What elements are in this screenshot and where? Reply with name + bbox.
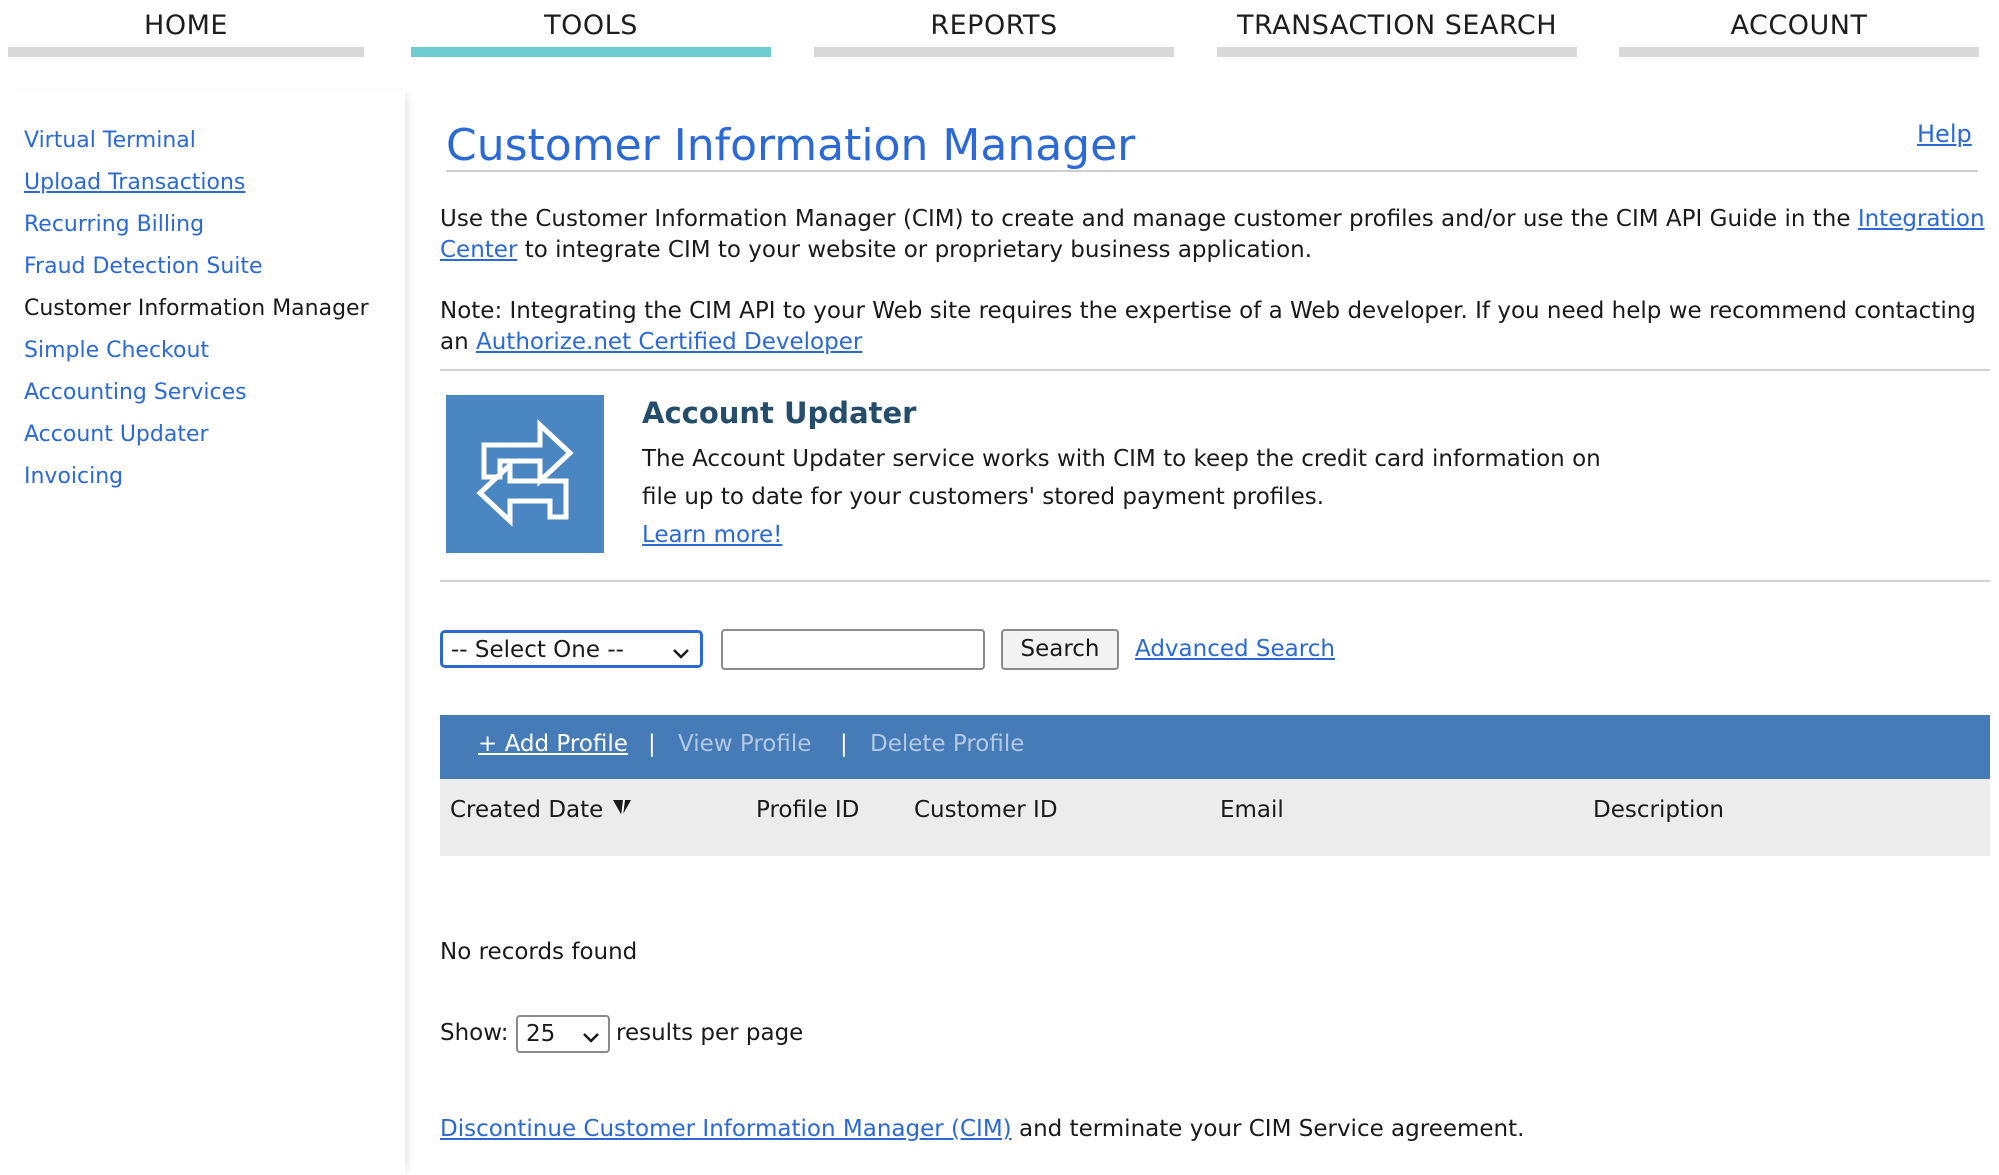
sidebar: Virtual Terminal Upload Transactions Rec… [0, 90, 405, 1175]
sidebar-item-upload-transactions[interactable]: Upload Transactions [24, 170, 245, 195]
add-profile-button[interactable]: + Add Profile [478, 731, 628, 757]
results-per-page-suffix: results per page [616, 1020, 804, 1046]
results-per-page-select[interactable]: 25 [516, 1015, 610, 1053]
account-updater-text: The Account Updater service works with C… [642, 446, 1601, 510]
column-label: Created Date [450, 797, 604, 823]
nav-tab-tools[interactable]: TOOLS [411, 0, 771, 58]
discontinue-text: and terminate your CIM Service agreement… [1018, 1116, 1525, 1142]
discontinue-cim-link[interactable]: Discontinue Customer Information Manager… [440, 1116, 1012, 1142]
nav-tab-reports[interactable]: REPORTS [814, 0, 1174, 58]
sort-down-icon [611, 797, 633, 823]
section-divider [440, 369, 1990, 371]
nav-tab-underline [8, 47, 364, 57]
nav-tab-label: ACCOUNT [1730, 10, 1868, 41]
account-updater-title: Account Updater [642, 396, 917, 430]
nav-tab-label: TOOLS [544, 10, 638, 41]
sidebar-item-invoicing[interactable]: Invoicing [24, 464, 123, 489]
intro-text: Use the Customer Information Manager (CI… [440, 206, 1851, 232]
advanced-search-link[interactable]: Advanced Search [1135, 636, 1335, 662]
swap-arrows-icon [446, 395, 604, 553]
sidebar-item-accounting-services[interactable]: Accounting Services [24, 380, 247, 405]
sidebar-item-recurring-billing[interactable]: Recurring Billing [24, 212, 204, 237]
sidebar-item-account-updater[interactable]: Account Updater [24, 422, 209, 447]
note-paragraph: Note: Integrating the CIM API to your We… [440, 296, 1999, 358]
page-title: Customer Information Manager [446, 120, 1136, 171]
profile-toolbar: + Add Profile | View Profile | Delete Pr… [440, 715, 1990, 779]
discontinue-row: Discontinue Customer Information Manager… [440, 1116, 1524, 1142]
column-profile-id[interactable]: Profile ID [756, 797, 859, 823]
empty-state-message: No records found [440, 939, 638, 965]
nav-tab-underline [1619, 47, 1979, 57]
sidebar-item-simple-checkout[interactable]: Simple Checkout [24, 338, 209, 363]
nav-tab-underline [814, 47, 1174, 57]
top-navigation: HOME TOOLS REPORTS TRANSACTION SEARCH AC… [0, 0, 1999, 60]
column-description[interactable]: Description [1593, 797, 1724, 823]
sidebar-item-fraud-detection-suite[interactable]: Fraud Detection Suite [24, 254, 263, 279]
certified-developer-link[interactable]: Authorize.net Certified Developer [476, 329, 862, 355]
search-field-select[interactable]: -- Select One -- [440, 630, 703, 668]
column-created-date[interactable]: Created Date [450, 797, 633, 823]
account-updater-description: The Account Updater service works with C… [642, 440, 1642, 554]
results-per-page-value: 25 [526, 1021, 556, 1047]
nav-tab-transaction-search[interactable]: TRANSACTION SEARCH [1217, 0, 1577, 58]
column-customer-id[interactable]: Customer ID [914, 797, 1058, 823]
search-button[interactable]: Search [1001, 629, 1119, 670]
search-input[interactable] [721, 629, 985, 670]
nav-tab-label: HOME [144, 10, 228, 41]
nav-tab-account[interactable]: ACCOUNT [1619, 0, 1979, 58]
sidebar-item-virtual-terminal[interactable]: Virtual Terminal [24, 128, 196, 153]
intro-text-after: to integrate CIM to your website or prop… [524, 237, 1313, 263]
help-link[interactable]: Help [1917, 120, 1972, 148]
show-label: Show: [440, 1020, 509, 1046]
nav-tab-home[interactable]: HOME [8, 0, 364, 58]
intro-paragraph: Use the Customer Information Manager (CI… [440, 204, 1999, 266]
sidebar-item-customer-information-manager: Customer Information Manager [24, 296, 369, 321]
toolbar-separator: | [648, 731, 656, 757]
chevron-down-icon [672, 641, 690, 667]
title-divider [446, 170, 1978, 172]
nav-tab-label: TRANSACTION SEARCH [1236, 10, 1558, 41]
table-header: Created Date Profile ID Customer ID Emai… [440, 779, 1990, 856]
nav-tab-underline [1217, 47, 1577, 57]
section-divider [440, 580, 1990, 582]
nav-tab-active-indicator [411, 47, 771, 57]
column-email[interactable]: Email [1220, 797, 1284, 823]
learn-more-link[interactable]: Learn more! [642, 522, 782, 548]
toolbar-separator: | [840, 731, 848, 757]
delete-profile-button[interactable]: Delete Profile [870, 731, 1024, 757]
nav-tab-label: REPORTS [930, 10, 1058, 41]
search-field-select-value: -- Select One -- [451, 637, 624, 663]
view-profile-button[interactable]: View Profile [678, 731, 811, 757]
chevron-down-icon [582, 1025, 600, 1051]
